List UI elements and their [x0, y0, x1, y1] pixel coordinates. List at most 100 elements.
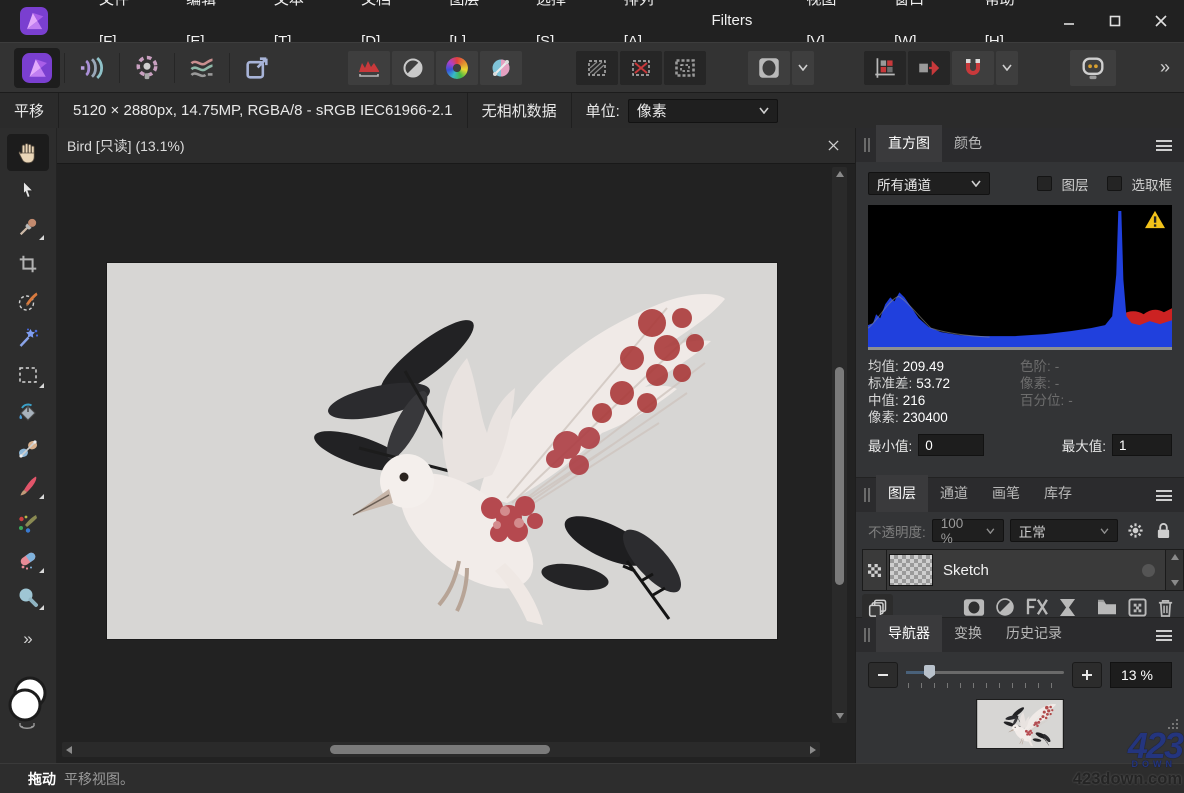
zoom-slider-handle[interactable]: [924, 665, 935, 679]
group-layers-button[interactable]: [1096, 598, 1118, 616]
adjustment-layer-button[interactable]: [995, 597, 1015, 617]
panel-menu-icon[interactable]: [1156, 140, 1172, 151]
tab-transform[interactable]: 变换: [942, 615, 994, 652]
swap-colors-icon[interactable]: [20, 723, 34, 728]
gradient-tool[interactable]: [7, 430, 49, 467]
panel-menu-icon[interactable]: [1156, 490, 1172, 501]
deselect-button[interactable]: [620, 51, 662, 85]
tab-color[interactable]: 颜色: [942, 125, 994, 162]
delete-layer-button[interactable]: [1157, 598, 1174, 617]
tab-channels[interactable]: 通道: [928, 475, 980, 512]
invert-selection-button[interactable]: [664, 51, 706, 85]
tone-mapping-persona-button[interactable]: [175, 48, 229, 88]
panel-grip-icon[interactable]: [864, 138, 870, 152]
erase-brush-tool[interactable]: [7, 541, 49, 578]
toolbar-overflow-button[interactable]: »: [1160, 57, 1170, 78]
foreground-color-swatch[interactable]: [10, 690, 40, 720]
auto-colour-button[interactable]: [436, 51, 478, 85]
tab-stock[interactable]: 库存: [1032, 475, 1084, 512]
mask-layer-button[interactable]: [963, 598, 985, 617]
auto-contrast-button[interactable]: [392, 51, 434, 85]
develop-persona-button[interactable]: [120, 48, 174, 88]
document-tab[interactable]: Bird [只读] (13.1%): [67, 136, 184, 156]
color-swatches[interactable]: [6, 675, 50, 736]
vertical-scroll-thumb[interactable]: [835, 367, 844, 585]
close-button[interactable]: [1138, 0, 1184, 42]
min-input[interactable]: [918, 434, 984, 456]
channel-select[interactable]: 所有通道: [868, 172, 990, 195]
paint-brush-tool[interactable]: [7, 467, 49, 504]
zoom-tool[interactable]: [7, 578, 49, 615]
color-picker-tool[interactable]: [7, 208, 49, 245]
auto-levels-button[interactable]: [348, 51, 390, 85]
zoom-out-button[interactable]: [868, 662, 898, 688]
mask-dropdown-button[interactable]: [792, 51, 814, 85]
blend-ranges-button[interactable]: [1128, 598, 1147, 617]
navigator-thumbnail[interactable]: [977, 700, 1063, 748]
tab-close-button[interactable]: [823, 136, 843, 156]
snapshot-button[interactable]: [1059, 598, 1076, 617]
liquify-persona-button[interactable]: [65, 48, 119, 88]
move-by-whole-pixels-button[interactable]: [908, 51, 950, 85]
view-tool[interactable]: [7, 134, 49, 171]
warning-icon[interactable]: [1144, 210, 1166, 230]
panel-menu-icon[interactable]: [1156, 630, 1172, 641]
max-input[interactable]: [1112, 434, 1172, 456]
maximize-button[interactable]: [1092, 0, 1138, 42]
menu-filters[interactable]: Filters: [684, 0, 779, 42]
tab-layers[interactable]: 图层: [876, 475, 928, 512]
more-tools-button[interactable]: »: [23, 629, 32, 649]
pixel-tool[interactable]: [7, 504, 49, 541]
minimize-button[interactable]: [1046, 0, 1092, 42]
layer-list-scrollbar[interactable]: [1166, 550, 1183, 590]
flood-fill-tool[interactable]: [7, 393, 49, 430]
marquee-select-tool[interactable]: [7, 356, 49, 393]
panel-grip-icon[interactable]: [864, 488, 870, 502]
auto-white-balance-button[interactable]: [480, 51, 522, 85]
export-persona-button[interactable]: [230, 48, 284, 88]
tab-navigator[interactable]: 导航器: [876, 615, 942, 652]
vertical-scrollbar[interactable]: [832, 167, 847, 723]
horizontal-scroll-thumb[interactable]: [330, 745, 550, 754]
crop-tool[interactable]: [7, 245, 49, 282]
move-tool[interactable]: [7, 171, 49, 208]
units-select[interactable]: 像素: [628, 99, 778, 123]
tab-histogram[interactable]: 直方图: [876, 125, 942, 162]
photo-persona-icon: [22, 53, 52, 83]
blend-mode-select[interactable]: 正常: [1010, 519, 1118, 542]
layer-thumbnail[interactable]: [889, 554, 933, 586]
marquee-checkbox[interactable]: [1107, 176, 1122, 191]
canvas-image-bird[interactable]: [107, 263, 777, 639]
blend-options-button[interactable]: [1124, 520, 1146, 542]
scroll-up-arrow[interactable]: [832, 167, 847, 181]
assistant-manager-button[interactable]: [1070, 50, 1116, 86]
snapping-dropdown-button[interactable]: [996, 51, 1018, 85]
scroll-left-arrow[interactable]: [62, 742, 76, 757]
layer-visibility-toggle[interactable]: [1142, 564, 1155, 577]
lock-layer-button[interactable]: [1152, 520, 1174, 542]
live-filter-button[interactable]: [1025, 598, 1049, 616]
snapping-button[interactable]: [952, 51, 994, 85]
panel-grip-icon[interactable]: [864, 628, 870, 642]
layer-row-sketch[interactable]: Sketch: [863, 550, 1166, 590]
assistant-options-button[interactable]: [864, 51, 906, 85]
scroll-down-arrow[interactable]: [1171, 580, 1179, 586]
scroll-up-arrow[interactable]: [1171, 554, 1179, 560]
zoom-in-button[interactable]: [1072, 662, 1102, 688]
canvas-viewport[interactable]: [57, 164, 855, 763]
flood-select-tool[interactable]: [7, 319, 49, 356]
photo-persona-button[interactable]: [14, 48, 60, 88]
scroll-right-arrow[interactable]: [806, 742, 820, 757]
horizontal-scrollbar[interactable]: [62, 742, 820, 757]
tab-history[interactable]: 历史记录: [994, 615, 1074, 652]
zoom-slider[interactable]: [906, 662, 1064, 688]
select-all-button[interactable]: [576, 51, 618, 85]
panel-resize-grip[interactable]: [1168, 719, 1178, 729]
tab-brushes[interactable]: 画笔: [980, 475, 1032, 512]
selection-brush-tool[interactable]: [7, 282, 49, 319]
scroll-down-arrow[interactable]: [832, 709, 847, 723]
opacity-select[interactable]: 100 %: [932, 519, 1004, 542]
zoom-percentage[interactable]: 13 %: [1110, 662, 1172, 688]
new-mask-button[interactable]: [748, 51, 790, 85]
layer-checkbox[interactable]: [1037, 176, 1052, 191]
